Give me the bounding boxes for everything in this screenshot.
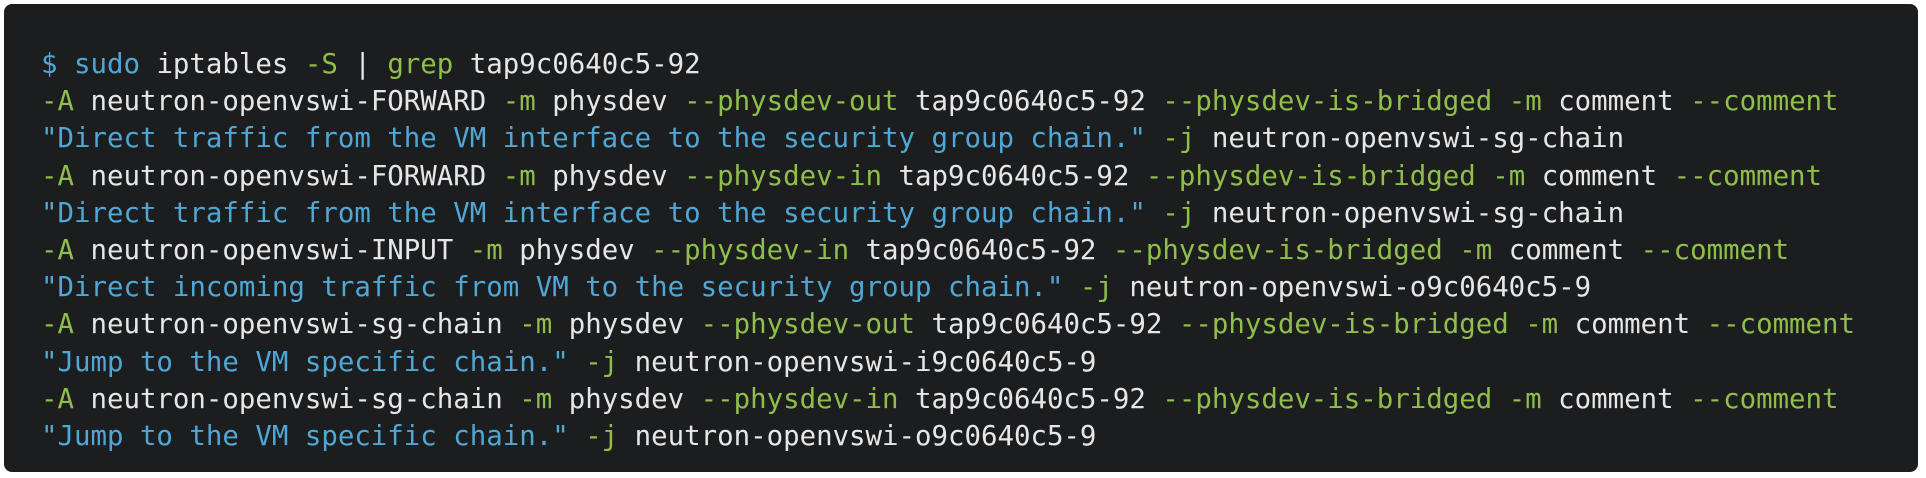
text-segment: --physdev-in — [651, 234, 850, 266]
text-segment: -m — [502, 160, 536, 192]
text-segment: --physdev-is-bridged -m — [1162, 383, 1542, 415]
text-segment: -j — [568, 420, 619, 452]
text-segment: physdev — [535, 86, 685, 118]
text-segment: "Direct traffic from the VM interface to… — [41, 123, 1146, 155]
text-segment: --comment — [1690, 86, 1839, 118]
output-line: -A neutron-openvswi-INPUT -m physdev --p… — [41, 232, 1918, 269]
text-segment: neutron-openvswi-INPUT — [73, 234, 470, 266]
text-segment: -j — [568, 346, 619, 378]
text-segment: -j — [1063, 272, 1113, 304]
text-segment: --physdev-is-bridged -m — [1178, 309, 1559, 341]
text-segment: --comment — [1690, 383, 1839, 415]
text-segment: -S — [304, 49, 338, 80]
output-line: "Direct traffic from the VM interface to… — [41, 195, 1918, 232]
text-segment: iptables — [139, 49, 305, 80]
text-segment: --physdev-in — [700, 383, 899, 415]
text-segment: tap9c0640c5-92 — [453, 49, 701, 80]
text-segment: tap9c0640c5-92 — [849, 234, 1113, 266]
text-segment: comment — [1525, 160, 1674, 192]
text-segment: neutron-openvswi-sg-chain — [73, 309, 520, 341]
text-segment: --physdev-in — [684, 160, 883, 192]
output-line: -A neutron-openvswi-sg-chain -m physdev … — [41, 306, 1918, 343]
text-segment: physdev — [502, 234, 652, 266]
text-segment: --comment — [1640, 234, 1790, 266]
text-segment: -A — [41, 383, 74, 415]
text-segment: neutron-openvswi-sg-chain — [1195, 123, 1625, 155]
text-segment: "Direct incoming traffic from VM to the … — [41, 272, 1064, 304]
text-segment: -A — [41, 309, 74, 341]
text-segment: neutron-openvswi-i9c0640c5-9 — [618, 346, 1097, 378]
text-segment: $ sudo — [41, 49, 140, 80]
text-segment: neutron-openvswi-sg-chain — [1195, 197, 1625, 229]
text-segment: physdev — [552, 383, 701, 415]
text-segment: neutron-openvswi-o9c0640c5-9 — [618, 420, 1097, 452]
text-segment: grep — [387, 49, 454, 80]
command-line: $ sudo iptables -S | grep tap9c0640c5-92 — [41, 46, 1918, 83]
text-segment: -m — [502, 86, 536, 118]
text-segment: tap9c0640c5-92 — [915, 309, 1179, 341]
text-segment: comment — [1541, 383, 1691, 415]
text-segment: neutron-openvswi-o9c0640c5-9 — [1112, 272, 1592, 304]
terminal-output: $ sudo iptables -S | grep tap9c0640c5-92… — [41, 46, 1918, 455]
text-segment: tap9c0640c5-92 — [882, 160, 1146, 192]
output-line: "Direct incoming traffic from VM to the … — [41, 269, 1918, 306]
text-segment: -m — [469, 234, 503, 266]
text-segment: tap9c0640c5-92 — [898, 383, 1163, 415]
output-line: -A neutron-openvswi-sg-chain -m physdev … — [41, 381, 1918, 418]
text-segment: -j — [1145, 197, 1196, 229]
output-line: -A neutron-openvswi-FORWARD -m physdev -… — [41, 83, 1918, 120]
text-segment: --physdev-is-bridged -m — [1162, 86, 1542, 118]
output-line: "Jump to the VM specific chain." -j neut… — [41, 418, 1918, 455]
text-segment: -m — [519, 309, 553, 341]
text-segment: --comment — [1673, 160, 1823, 192]
text-segment: -j — [1145, 123, 1196, 155]
text-segment: neutron-openvswi-FORWARD — [73, 160, 503, 192]
output-line: -A neutron-openvswi-FORWARD -m physdev -… — [41, 158, 1918, 195]
text-segment: comment — [1541, 86, 1691, 118]
text-segment: -m — [519, 383, 553, 415]
text-segment: neutron-openvswi-sg-chain — [73, 383, 520, 415]
text-segment: physdev — [535, 160, 685, 192]
text-segment: neutron-openvswi-FORWARD — [73, 86, 503, 118]
text-segment: comment — [1492, 234, 1641, 266]
text-segment: comment — [1558, 309, 1707, 341]
text-segment: physdev — [552, 309, 701, 341]
text-segment: --comment — [1706, 309, 1856, 341]
text-segment: | — [337, 49, 388, 80]
text-segment: --physdev-out — [684, 86, 899, 118]
text-segment: --physdev-out — [700, 309, 916, 341]
output-line: "Jump to the VM specific chain." -j neut… — [41, 344, 1918, 381]
terminal-window[interactable]: $ sudo iptables -S | grep tap9c0640c5-92… — [4, 4, 1918, 472]
text-segment: --physdev-is-bridged -m — [1112, 234, 1493, 266]
text-segment: "Jump to the VM specific chain." — [41, 346, 569, 378]
text-segment: "Jump to the VM specific chain." — [41, 420, 569, 452]
output-line: "Direct traffic from the VM interface to… — [41, 120, 1918, 157]
text-segment: -A — [41, 160, 74, 192]
text-segment: -A — [41, 86, 74, 118]
text-segment: -A — [41, 234, 74, 266]
text-segment: --physdev-is-bridged -m — [1145, 160, 1526, 192]
text-segment: "Direct traffic from the VM interface to… — [41, 197, 1146, 229]
text-segment: tap9c0640c5-92 — [898, 86, 1163, 118]
